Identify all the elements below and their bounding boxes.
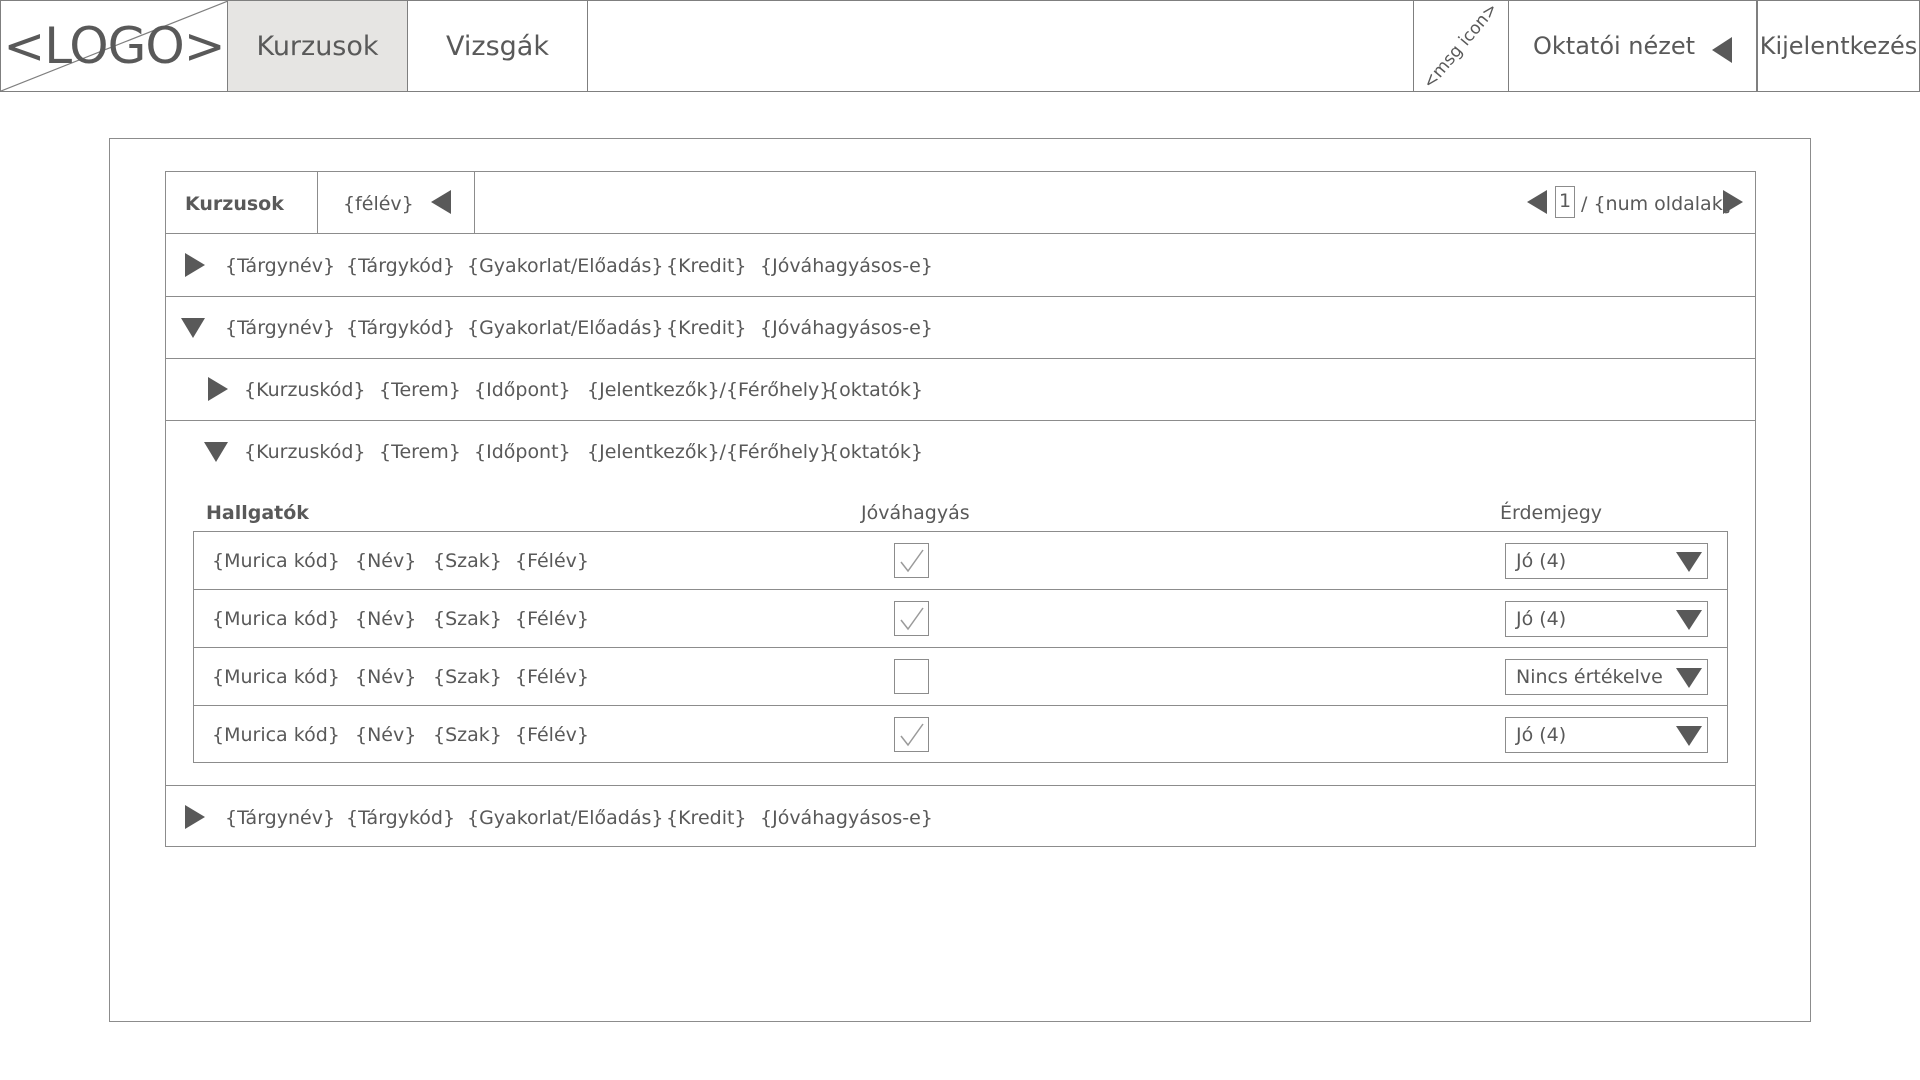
student-code: {Murica kód} [212, 550, 340, 572]
page-total: / {num oldalak} [1581, 193, 1735, 215]
table-row: {Murica kód} {Név} {Szak} {Félév} Jó (4) [194, 590, 1727, 648]
course-code: {Kurzuskód} [244, 379, 366, 401]
checkmark-icon [900, 549, 924, 573]
subject-code: {Tárgykód} [346, 255, 456, 277]
approval-checkbox[interactable] [894, 659, 929, 694]
semester-dropdown-arrow-icon[interactable] [431, 190, 451, 214]
student-name: {Név} [355, 666, 417, 688]
approval-checkbox[interactable] [894, 601, 929, 636]
subject-approval: {Jóváhagyásos-e} [760, 807, 933, 829]
page-number-input[interactable]: 1 [1555, 186, 1575, 218]
students-header: Hallgatók [206, 502, 309, 524]
subject-credit: {Kredit} [666, 317, 747, 339]
table-row: {Murica kód} {Név} {Szak} {Félév} Jó (4) [194, 532, 1727, 590]
approval-checkbox[interactable] [894, 717, 929, 752]
student-major: {Szak} [433, 666, 502, 688]
subject-type: {Gyakorlat/Előadás} [467, 317, 664, 339]
student-major: {Szak} [433, 608, 502, 630]
subject-type: {Gyakorlat/Előadás} [467, 255, 664, 277]
role-label: Oktatói nézet [1533, 32, 1696, 60]
grade-value: Jó (4) [1516, 724, 1567, 746]
course-time: {Időpont} [474, 441, 571, 463]
subject-name: {Tárgynév} [225, 807, 336, 829]
student-semester: {Félév} [515, 666, 589, 688]
grade-header: Érdemjegy [1500, 502, 1603, 524]
students-table: {Murica kód} {Név} {Szak} {Félév} Jó (4)… [193, 531, 1728, 763]
student-semester: {Félév} [515, 724, 589, 746]
logo-text: <LOGO> [3, 17, 225, 75]
grade-select[interactable]: Jó (4) [1505, 543, 1708, 579]
subject-row[interactable]: {Tárgynév} {Tárgykód} {Gyakorlat/Előadás… [166, 234, 1755, 296]
logout-button[interactable]: Kijelentkezés [1757, 1, 1919, 91]
course-capacity: {Jelentkezők}/{Férőhely} [587, 441, 832, 463]
course-code: {Kurzuskód} [244, 441, 366, 463]
course-room: {Terem} [379, 379, 461, 401]
subject-row[interactable]: {Tárgynév} {Tárgykód} {Gyakorlat/Előadás… [166, 786, 1755, 848]
approval-header: Jóváhagyás [861, 502, 970, 524]
grade-value: Jó (4) [1516, 608, 1567, 630]
subject-approval: {Jóváhagyásos-e} [760, 317, 933, 339]
student-major: {Szak} [433, 550, 502, 572]
grade-select[interactable]: Jó (4) [1505, 717, 1708, 753]
checkmark-icon [900, 607, 924, 631]
header-divider [474, 172, 475, 234]
student-code: {Murica kód} [212, 666, 340, 688]
subject-name: {Tárgynév} [225, 317, 336, 339]
checkmark-icon [900, 723, 924, 747]
student-major: {Szak} [433, 724, 502, 746]
student-code: {Murica kód} [212, 608, 340, 630]
courses-panel: Kurzusok {félév} 1 / {num oldalak} {Tárg… [165, 171, 1756, 847]
subject-type: {Gyakorlat/Előadás} [467, 807, 664, 829]
expand-arrow-icon[interactable] [185, 253, 205, 277]
header-divider [317, 172, 318, 234]
message-icon-label: <msg icon> [1419, 0, 1503, 93]
logo[interactable]: <LOGO> [1, 1, 228, 91]
course-instructors: {oktatók} [827, 379, 923, 401]
course-instructors: {oktatók} [827, 441, 923, 463]
chevron-down-icon[interactable] [1676, 610, 1702, 630]
subject-approval: {Jóváhagyásos-e} [760, 255, 933, 277]
chevron-down-icon[interactable] [1676, 552, 1702, 572]
next-page-icon[interactable] [1723, 190, 1743, 214]
collapse-arrow-icon[interactable] [181, 318, 205, 338]
message-icon[interactable]: <msg icon> [1413, 0, 1509, 93]
chevron-down-icon[interactable] [1676, 726, 1702, 746]
student-semester: {Félév} [515, 608, 589, 630]
tab-kurzusok[interactable]: Kurzusok [228, 1, 408, 91]
grade-select[interactable]: Nincs értékelve [1505, 659, 1708, 695]
collapse-arrow-icon[interactable] [204, 442, 228, 462]
subject-code: {Tárgykód} [346, 807, 456, 829]
table-row: {Murica kód} {Név} {Szak} {Félév} Nincs … [194, 648, 1727, 706]
prev-page-icon[interactable] [1527, 190, 1547, 214]
table-row: {Murica kód} {Név} {Szak} {Félév} Jó (4) [194, 706, 1727, 764]
grade-select[interactable]: Jó (4) [1505, 601, 1708, 637]
grade-value: Nincs értékelve [1516, 666, 1663, 688]
role-switcher[interactable]: Oktatói nézet [1509, 1, 1757, 91]
student-name: {Név} [355, 724, 417, 746]
student-code: {Murica kód} [212, 724, 340, 746]
semester-select[interactable]: {félév} [343, 193, 414, 215]
expand-arrow-icon[interactable] [185, 805, 205, 829]
subject-credit: {Kredit} [666, 807, 747, 829]
subject-row[interactable]: {Tárgynév} {Tárgykód} {Gyakorlat/Előadás… [166, 296, 1755, 358]
approval-checkbox[interactable] [894, 543, 929, 578]
tab-vizsgak[interactable]: Vizsgák [408, 1, 588, 91]
subject-credit: {Kredit} [666, 255, 747, 277]
chevron-down-icon[interactable] [1676, 668, 1702, 688]
expand-arrow-icon[interactable] [208, 377, 228, 401]
top-navigation-bar: <LOGO> Kurzusok Vizsgák <msg icon> Oktat… [0, 0, 1920, 93]
panel-title: Kurzusok [185, 193, 284, 215]
student-name: {Név} [355, 550, 417, 572]
course-room: {Terem} [379, 441, 461, 463]
course-time: {Időpont} [474, 379, 571, 401]
student-semester: {Félév} [515, 550, 589, 572]
course-row[interactable]: {Kurzuskód} {Terem} {Időpont} {Jelentkez… [166, 358, 1755, 420]
subject-code: {Tárgykód} [346, 317, 456, 339]
course-capacity: {Jelentkezők}/{Férőhely} [587, 379, 832, 401]
course-row[interactable]: {Kurzuskód} {Terem} {Időpont} {Jelentkez… [166, 420, 1755, 482]
role-dropdown-arrow-icon[interactable] [1712, 37, 1732, 63]
grade-value: Jó (4) [1516, 550, 1567, 572]
student-name: {Név} [355, 608, 417, 630]
subject-name: {Tárgynév} [225, 255, 336, 277]
